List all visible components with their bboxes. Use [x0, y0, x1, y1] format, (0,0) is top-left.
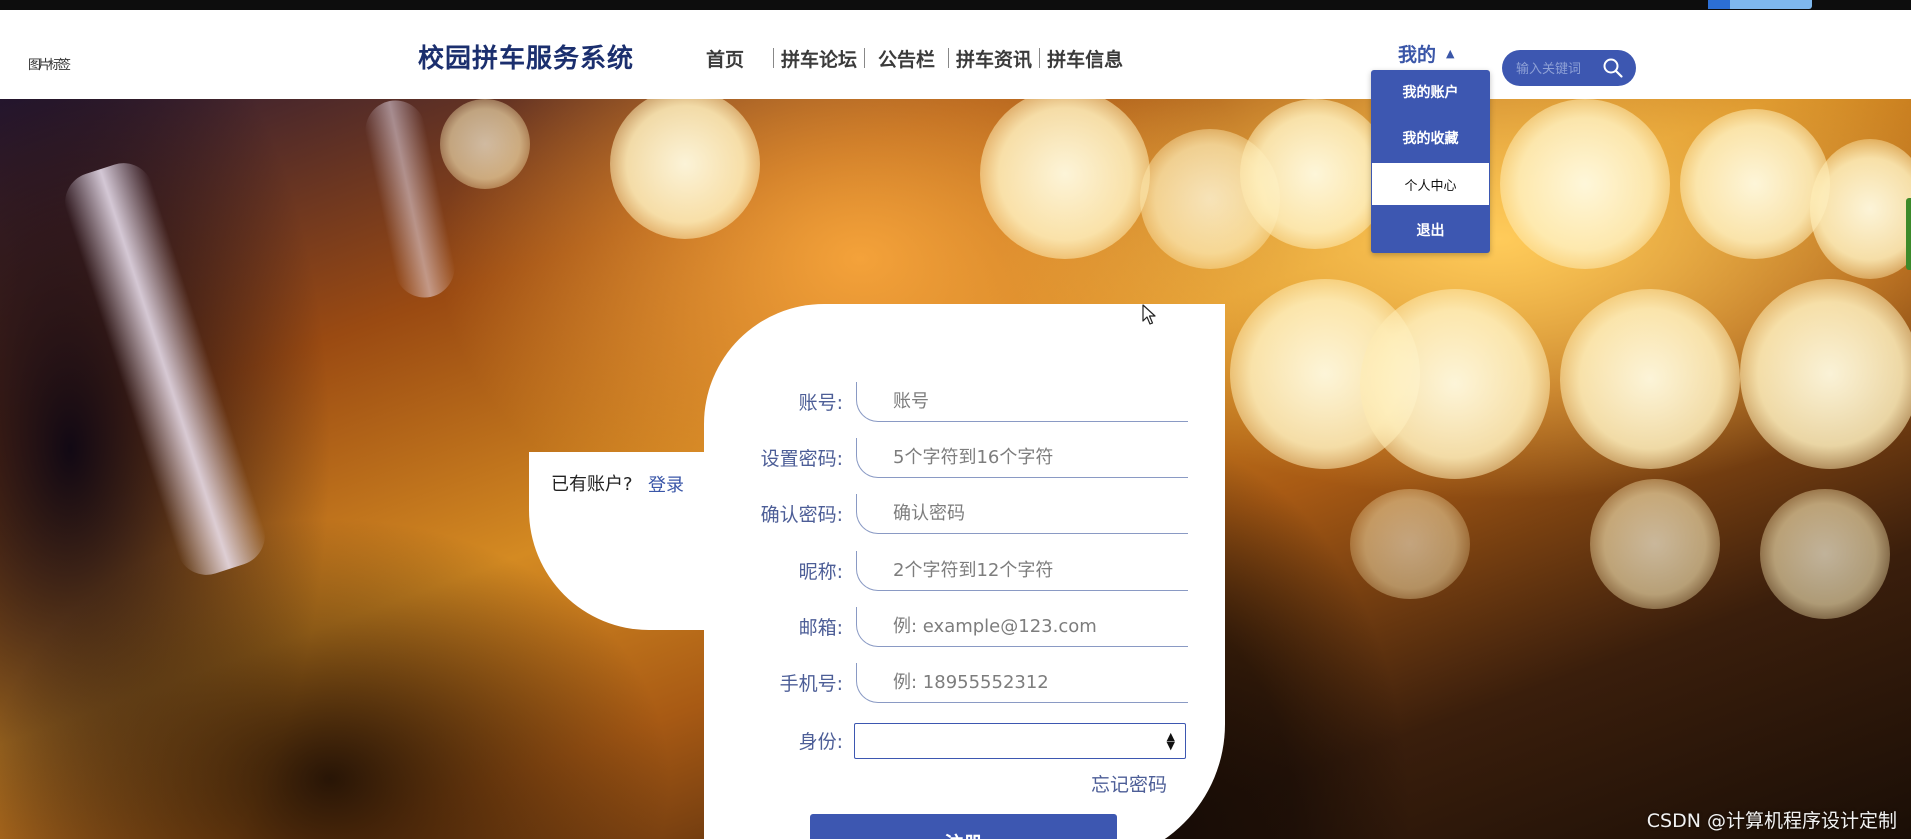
password-input[interactable] [856, 438, 1188, 478]
form-row-email: 邮箱: [704, 607, 1225, 653]
form-row-nickname: 昵称: [704, 551, 1225, 597]
my-menu-label: 我的 [1398, 44, 1437, 66]
bokeh-light [610, 99, 760, 239]
nav-forum[interactable]: 拼车论坛 [777, 45, 861, 72]
bokeh-light [1500, 99, 1670, 269]
light-streak [57, 155, 273, 583]
nav-separator [864, 48, 866, 68]
site-title: 校园拼车服务系统 [418, 44, 635, 74]
extension-badge[interactable] [1708, 0, 1812, 9]
dropdown-my-favorites[interactable]: 我的收藏 [1371, 116, 1490, 160]
select-updown-icon: ▲ ▼ [1166, 730, 1175, 752]
search-icon[interactable] [1602, 57, 1624, 79]
register-button[interactable]: 注册 [810, 814, 1117, 839]
form-row-role: 身份: ▲ ▼ [704, 721, 1225, 767]
logo-image-alt: 图片标签 [28, 58, 71, 73]
nav-news[interactable]: 拼车资讯 [952, 45, 1036, 72]
nav-separator [1039, 48, 1041, 68]
form-row-password: 设置密码: [704, 438, 1225, 484]
form-row-phone: 手机号: [704, 663, 1225, 709]
my-menu-toggle[interactable]: 我的 ▲ [1398, 40, 1454, 67]
search-input[interactable] [1514, 58, 1604, 80]
email-label: 邮箱: [798, 617, 843, 639]
account-input[interactable] [856, 382, 1188, 422]
bokeh-light [1760, 489, 1890, 619]
account-label: 账号: [798, 392, 843, 414]
my-menu-dropdown: 我的账户 我的收藏 个人中心 退出 [1371, 70, 1490, 253]
side-widget-tab[interactable] [1906, 198, 1911, 270]
csdn-watermark: CSDN @计算机程序设计定制 [1646, 810, 1897, 832]
bokeh-light [1680, 109, 1830, 259]
phone-input[interactable] [856, 663, 1188, 703]
dropdown-personal-center[interactable]: 个人中心 [1371, 162, 1490, 206]
nickname-input[interactable] [856, 551, 1188, 591]
bokeh-light [1560, 289, 1740, 469]
confirm-password-input[interactable] [856, 494, 1188, 534]
bokeh-light [980, 99, 1150, 259]
role-label: 身份: [798, 731, 843, 753]
nav-notice[interactable]: 公告栏 [874, 45, 939, 72]
bokeh-light [1740, 279, 1911, 469]
bokeh-light [1240, 99, 1390, 249]
dropdown-my-account[interactable]: 我的账户 [1371, 70, 1490, 114]
password-label: 设置密码: [760, 448, 843, 470]
mouse-cursor-icon [1142, 304, 1156, 325]
forgot-password-link[interactable]: 忘记密码 [1091, 770, 1167, 797]
form-row-account: 账号: [704, 382, 1225, 428]
form-row-confirm-password: 确认密码: [704, 494, 1225, 540]
caret-up-icon: ▲ [1446, 47, 1455, 60]
bokeh-light [1360, 289, 1550, 479]
role-select[interactable]: ▲ ▼ [854, 723, 1186, 759]
nav-separator [773, 48, 775, 68]
confirm-password-label: 确认密码: [760, 504, 843, 526]
nav-separator [948, 48, 950, 68]
email-input[interactable] [856, 607, 1188, 647]
search-box [1502, 50, 1636, 86]
have-account-text: 已有账户? [551, 474, 633, 495]
browser-top-strip [0, 0, 1911, 10]
bokeh-light [1350, 489, 1470, 599]
register-card: 账号: 设置密码: 确认密码: 昵称: 邮箱: 手机号: 身份: ▲▼ 忘记密码… [704, 304, 1225, 839]
phone-label: 手机号: [779, 673, 843, 695]
nav-carpool-info[interactable]: 拼车信息 [1043, 45, 1127, 72]
extension-badge-icon [1708, 0, 1730, 9]
bokeh-light [1590, 479, 1720, 609]
nickname-label: 昵称: [798, 561, 843, 583]
dropdown-logout[interactable]: 退出 [1371, 208, 1490, 252]
login-link[interactable]: 登录 [648, 471, 684, 497]
site-header: 图片标签 校园拼车服务系统 首页 拼车论坛 公告栏 拼车资讯 拼车信息 我的 ▲ [0, 10, 1911, 99]
nav-home[interactable]: 首页 [702, 45, 748, 72]
main-nav: 首页 拼车论坛 公告栏 拼车资讯 拼车信息 [702, 44, 1127, 72]
bokeh-light [440, 99, 530, 189]
